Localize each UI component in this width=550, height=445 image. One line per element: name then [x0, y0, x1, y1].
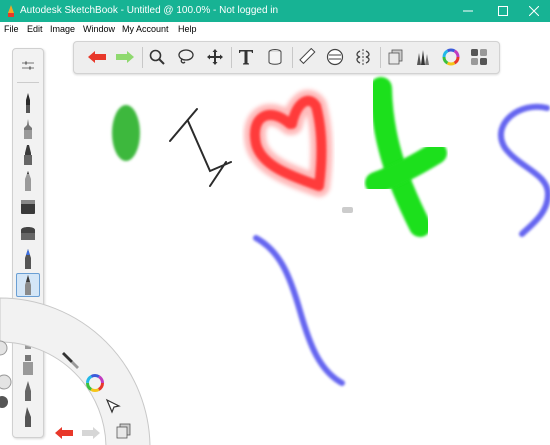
layers-button[interactable]: [384, 46, 406, 68]
ruler-icon: [299, 48, 316, 65]
blue-curve-right-stroke: [498, 103, 550, 237]
menu-file[interactable]: File: [4, 22, 19, 36]
menu-my-account[interactable]: My Account: [122, 22, 169, 36]
layers-icon: [116, 423, 131, 439]
maximize-icon: [498, 6, 508, 16]
minimize-icon: [463, 10, 473, 12]
menu-help[interactable]: Help: [178, 22, 197, 36]
sketchbook-app-icon: [8, 5, 14, 17]
lagoon-select-button[interactable]: [102, 395, 124, 417]
move-icon: [207, 49, 223, 65]
ruler-button[interactable]: [296, 46, 318, 68]
text-icon: [239, 50, 253, 65]
palette-button[interactable]: [468, 46, 490, 68]
undo-icon: [55, 427, 73, 439]
lagoon-color-button[interactable]: [84, 372, 106, 394]
canvas-dot: [342, 207, 353, 213]
color-wheel-button[interactable]: [440, 46, 462, 68]
menu-image[interactable]: Image: [50, 22, 75, 36]
window-title: Autodesk SketchBook - Untitled @ 100.0% …: [20, 5, 279, 16]
menu-bar: File Edit Image Window My Account Help: [0, 22, 550, 36]
select-arrow-icon: [105, 398, 121, 414]
menu-edit[interactable]: Edit: [27, 22, 43, 36]
symmetry-button[interactable]: [352, 46, 374, 68]
lagoon-redo-button[interactable]: [80, 422, 102, 444]
symmetry-icon: [356, 49, 370, 65]
brush-icon: [62, 352, 79, 369]
palette-icon: [471, 49, 487, 65]
ellipse-guide-button[interactable]: [324, 46, 346, 68]
blue-curve-stroke: [253, 235, 345, 386]
color-wheel-icon: [442, 48, 460, 66]
brush-library-icon: [417, 50, 429, 65]
title-bar: Autodesk SketchBook - Untitled @ 100.0% …: [0, 0, 550, 22]
redo-icon: [82, 427, 100, 439]
lagoon-undo-button[interactable]: [53, 422, 75, 444]
menu-window[interactable]: Window: [83, 22, 115, 36]
lagoon-layers-button[interactable]: [112, 420, 134, 442]
minimize-button[interactable]: [450, 0, 486, 22]
color-puck-icon: [86, 374, 104, 392]
close-icon: [529, 6, 539, 16]
move-button[interactable]: [204, 46, 226, 68]
layers-icon: [388, 49, 403, 65]
brush-library-button[interactable]: [412, 46, 434, 68]
fill-icon: [268, 49, 282, 65]
close-button[interactable]: [516, 0, 550, 22]
ellipse-guide-icon: [326, 48, 344, 66]
drawing-canvas[interactable]: [0, 36, 550, 445]
lagoon-brush-button[interactable]: [60, 349, 82, 371]
fill-button[interactable]: [264, 46, 286, 68]
text-button[interactable]: [235, 46, 257, 68]
